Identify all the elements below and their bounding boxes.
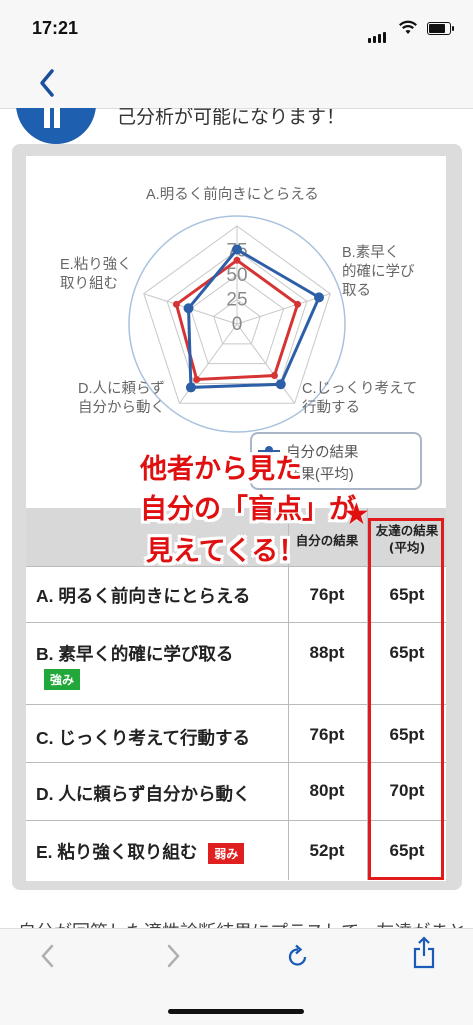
previous-content: 己分析が可能になります！: [0, 108, 473, 144]
row-self-value: 76pt: [309, 585, 345, 604]
nav-bar: [0, 58, 473, 109]
radar-point: [314, 292, 325, 303]
axis-label-e: E.粘り強く 取り組む: [60, 257, 132, 292]
row-self-value: 80pt: [309, 781, 345, 800]
strength-badge: 強み: [44, 669, 81, 690]
share-icon[interactable]: [412, 935, 436, 969]
annotation-line-2: 自分の「盲点」が: [140, 494, 356, 525]
row-label: A. 明るく前向きにとらえる: [36, 586, 251, 606]
radar-point: [294, 300, 302, 308]
row-self-value: 76pt: [309, 725, 345, 744]
reload-icon[interactable]: [286, 943, 310, 969]
logo-icon: [16, 108, 96, 144]
radar-tick-label: 50: [226, 265, 247, 286]
radar-point: [183, 303, 194, 314]
radar-point: [270, 372, 278, 380]
row-self-value: 52pt: [309, 841, 345, 860]
battery-icon: [427, 22, 454, 35]
home-indicator: [168, 1009, 304, 1014]
axis-label-a: A.明るく前向きにとらえる: [146, 187, 319, 203]
chevron-left-icon[interactable]: [40, 943, 56, 969]
axis-label-c: C.じっくり考えて 行動する: [302, 381, 418, 416]
weakness-badge: 弱み: [208, 843, 245, 864]
chevron-left-icon[interactable]: [38, 68, 56, 98]
axis-label-b: B.素早く 的確に学び 取る: [342, 245, 415, 299]
wifi-icon: [399, 20, 417, 34]
radar-point: [193, 375, 201, 383]
row-label: C. じっくり考えて行動する: [36, 728, 250, 748]
row-label: E. 粘り強く取り組む 弱み: [36, 839, 245, 864]
radar-point: [275, 379, 286, 390]
status-time: 17:21: [32, 18, 79, 38]
row-label: B. 素早く的確に学び取る: [36, 644, 234, 664]
status-bar: 17:21: [0, 0, 473, 58]
friends-column-highlight: [368, 518, 444, 880]
radar-point: [233, 256, 241, 264]
radar-point: [185, 382, 196, 393]
logo-icon-bars: [44, 108, 50, 128]
row-self-value: 88pt: [309, 643, 345, 662]
signal-icon: [368, 24, 388, 43]
axis-label-d: D.人に頼らず 自分から動く: [78, 381, 165, 416]
star-icon: ★: [343, 497, 370, 532]
annotation-line-1: 他者から見た: [140, 454, 302, 485]
row-label: D. 人に頼らず自分から動く: [36, 784, 251, 804]
radar-point: [232, 244, 242, 255]
radar-tick-label: 0: [232, 314, 243, 335]
previous-text: 己分析が可能になります！: [117, 108, 346, 128]
chevron-right-icon[interactable]: [165, 943, 181, 969]
radar-tick-label: 25: [226, 290, 247, 311]
annotation-line-3: 見えてくる！: [146, 536, 306, 567]
radar-point: [172, 300, 180, 308]
